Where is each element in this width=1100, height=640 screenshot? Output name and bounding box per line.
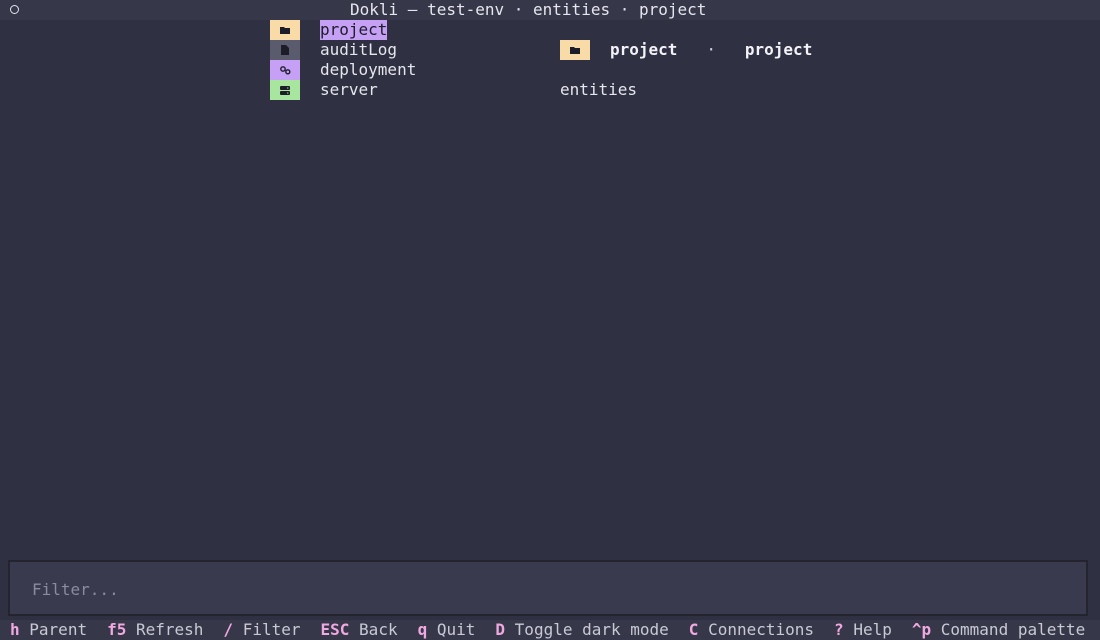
key-binding-description: Parent — [29, 620, 88, 639]
key-binding-description: Toggle dark mode — [514, 620, 669, 639]
key-binding[interactable]: C Connections — [689, 620, 814, 640]
entity-label: auditLog — [320, 40, 398, 59]
folder-icon — [270, 20, 300, 40]
key-bindings-bar: h Parent f5 Refresh / Filter ESC Back q Quit… — [0, 620, 1100, 640]
key-binding[interactable]: f5 Refresh — [107, 620, 203, 640]
entity-row-deployment[interactable]: deployment — [270, 60, 530, 80]
key-binding-key: ^p — [911, 620, 932, 639]
filter-box — [8, 560, 1088, 616]
key-binding-description: Command palette — [940, 620, 1086, 639]
key-binding-key: ? — [834, 620, 844, 639]
detail-kind: project — [744, 40, 813, 59]
key-binding-description: Refresh — [135, 620, 204, 639]
entity-row-project[interactable]: project — [270, 20, 530, 40]
detail-heading: project · project — [610, 40, 812, 60]
entity-label: project — [320, 20, 388, 40]
key-binding-description: Connections — [708, 620, 815, 639]
key-binding-description: Filter — [242, 620, 301, 639]
app-circle-icon — [10, 5, 19, 14]
key-binding-key: f5 — [107, 620, 127, 639]
server-icon — [270, 80, 300, 100]
key-binding[interactable]: ESC Back — [321, 620, 398, 640]
entity-label: server — [320, 80, 378, 99]
key-binding-description: Help — [853, 620, 892, 639]
key-binding[interactable]: h Parent — [10, 620, 87, 640]
key-binding-description: Back — [359, 620, 398, 639]
key-binding-key: / — [223, 620, 234, 639]
key-binding[interactable]: ? Help — [834, 620, 892, 640]
key-binding-key: h — [10, 620, 20, 639]
key-binding-key: D — [495, 620, 506, 639]
detail-parent-link[interactable]: entities — [560, 80, 637, 100]
window-title: Dokli — test-env · entities · project — [350, 0, 707, 19]
detail-name: project — [610, 40, 678, 59]
key-binding[interactable]: q Quit — [418, 620, 476, 640]
entity-row-auditlog[interactable]: auditLog — [270, 40, 530, 60]
entity-label: deployment — [320, 60, 417, 79]
key-binding[interactable]: / Filter — [223, 620, 300, 640]
key-binding-key: q — [417, 620, 428, 639]
key-binding-key: C — [688, 620, 699, 639]
entity-row-server[interactable]: server — [270, 80, 530, 100]
filter-input[interactable] — [30, 570, 1074, 608]
key-binding[interactable]: ^p Command palette — [912, 620, 1085, 640]
app-window: Dokli — test-env · entities · project pr… — [0, 0, 1100, 640]
detail-separator: · — [706, 40, 716, 59]
file-icon — [270, 40, 300, 60]
key-binding-key: ESC — [320, 620, 350, 639]
folder-icon — [560, 40, 590, 60]
key-binding-description: Quit — [436, 620, 476, 639]
gears-icon — [270, 60, 300, 80]
key-binding[interactable]: D Toggle dark mode — [495, 620, 668, 640]
title-bar: Dokli — test-env · entities · project — [0, 0, 1100, 20]
